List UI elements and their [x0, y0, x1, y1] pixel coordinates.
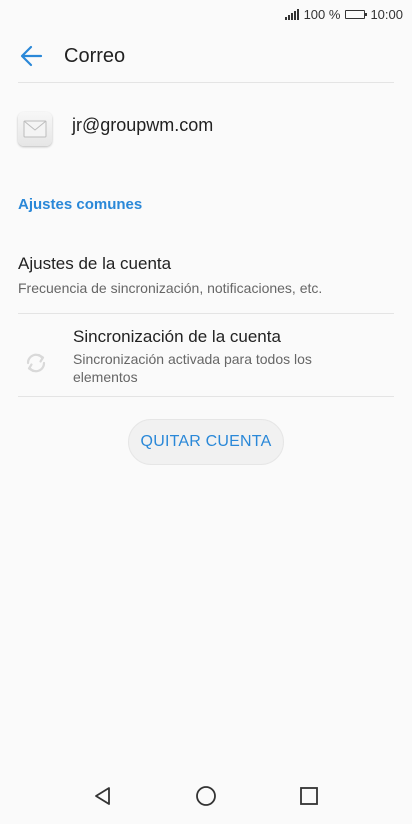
account-sync-subtitle: Sincronización activada para todos los e… [73, 351, 312, 385]
section-header: Ajustes comunes [18, 196, 143, 213]
clock: 10:00 [370, 6, 403, 22]
nav-recents-icon[interactable] [289, 776, 329, 816]
divider [18, 313, 394, 314]
account-sync-item[interactable]: Sincronización de la cuenta Sincronizaci… [18, 327, 394, 386]
mail-envelope-icon [18, 112, 52, 146]
account-settings-title: Ajustes de la cuenta [18, 254, 172, 273]
navigation-bar [0, 768, 412, 824]
remove-account-button[interactable]: QUITAR CUENTA [128, 419, 284, 465]
account-settings-subtitle: Frecuencia de sincronización, notificaci… [18, 280, 323, 296]
divider [18, 396, 394, 397]
arrow-left-icon [20, 45, 43, 67]
account-settings-item[interactable]: Ajustes de la cuenta Frecuencia de sincr… [18, 254, 394, 297]
sync-icon [18, 339, 54, 386]
battery-percent: 100 % [303, 6, 341, 22]
back-button[interactable] [18, 42, 46, 70]
account-email: jr@groupwm.com [72, 115, 214, 135]
account-sync-text: Sincronización de la cuenta Sincronizaci… [73, 327, 343, 386]
page-title: Correo [64, 44, 126, 67]
account-row[interactable]: jr@groupwm.com [18, 106, 394, 150]
nav-back-icon[interactable] [83, 776, 123, 816]
signal-icon [284, 8, 299, 20]
app-bar: Correo [0, 28, 412, 84]
nav-home-icon[interactable] [186, 776, 226, 816]
battery-icon [345, 9, 368, 19]
account-sync-title: Sincronización de la cuenta [73, 327, 281, 346]
divider [18, 82, 394, 83]
status-bar: 100 % 10:00 [0, 0, 412, 28]
